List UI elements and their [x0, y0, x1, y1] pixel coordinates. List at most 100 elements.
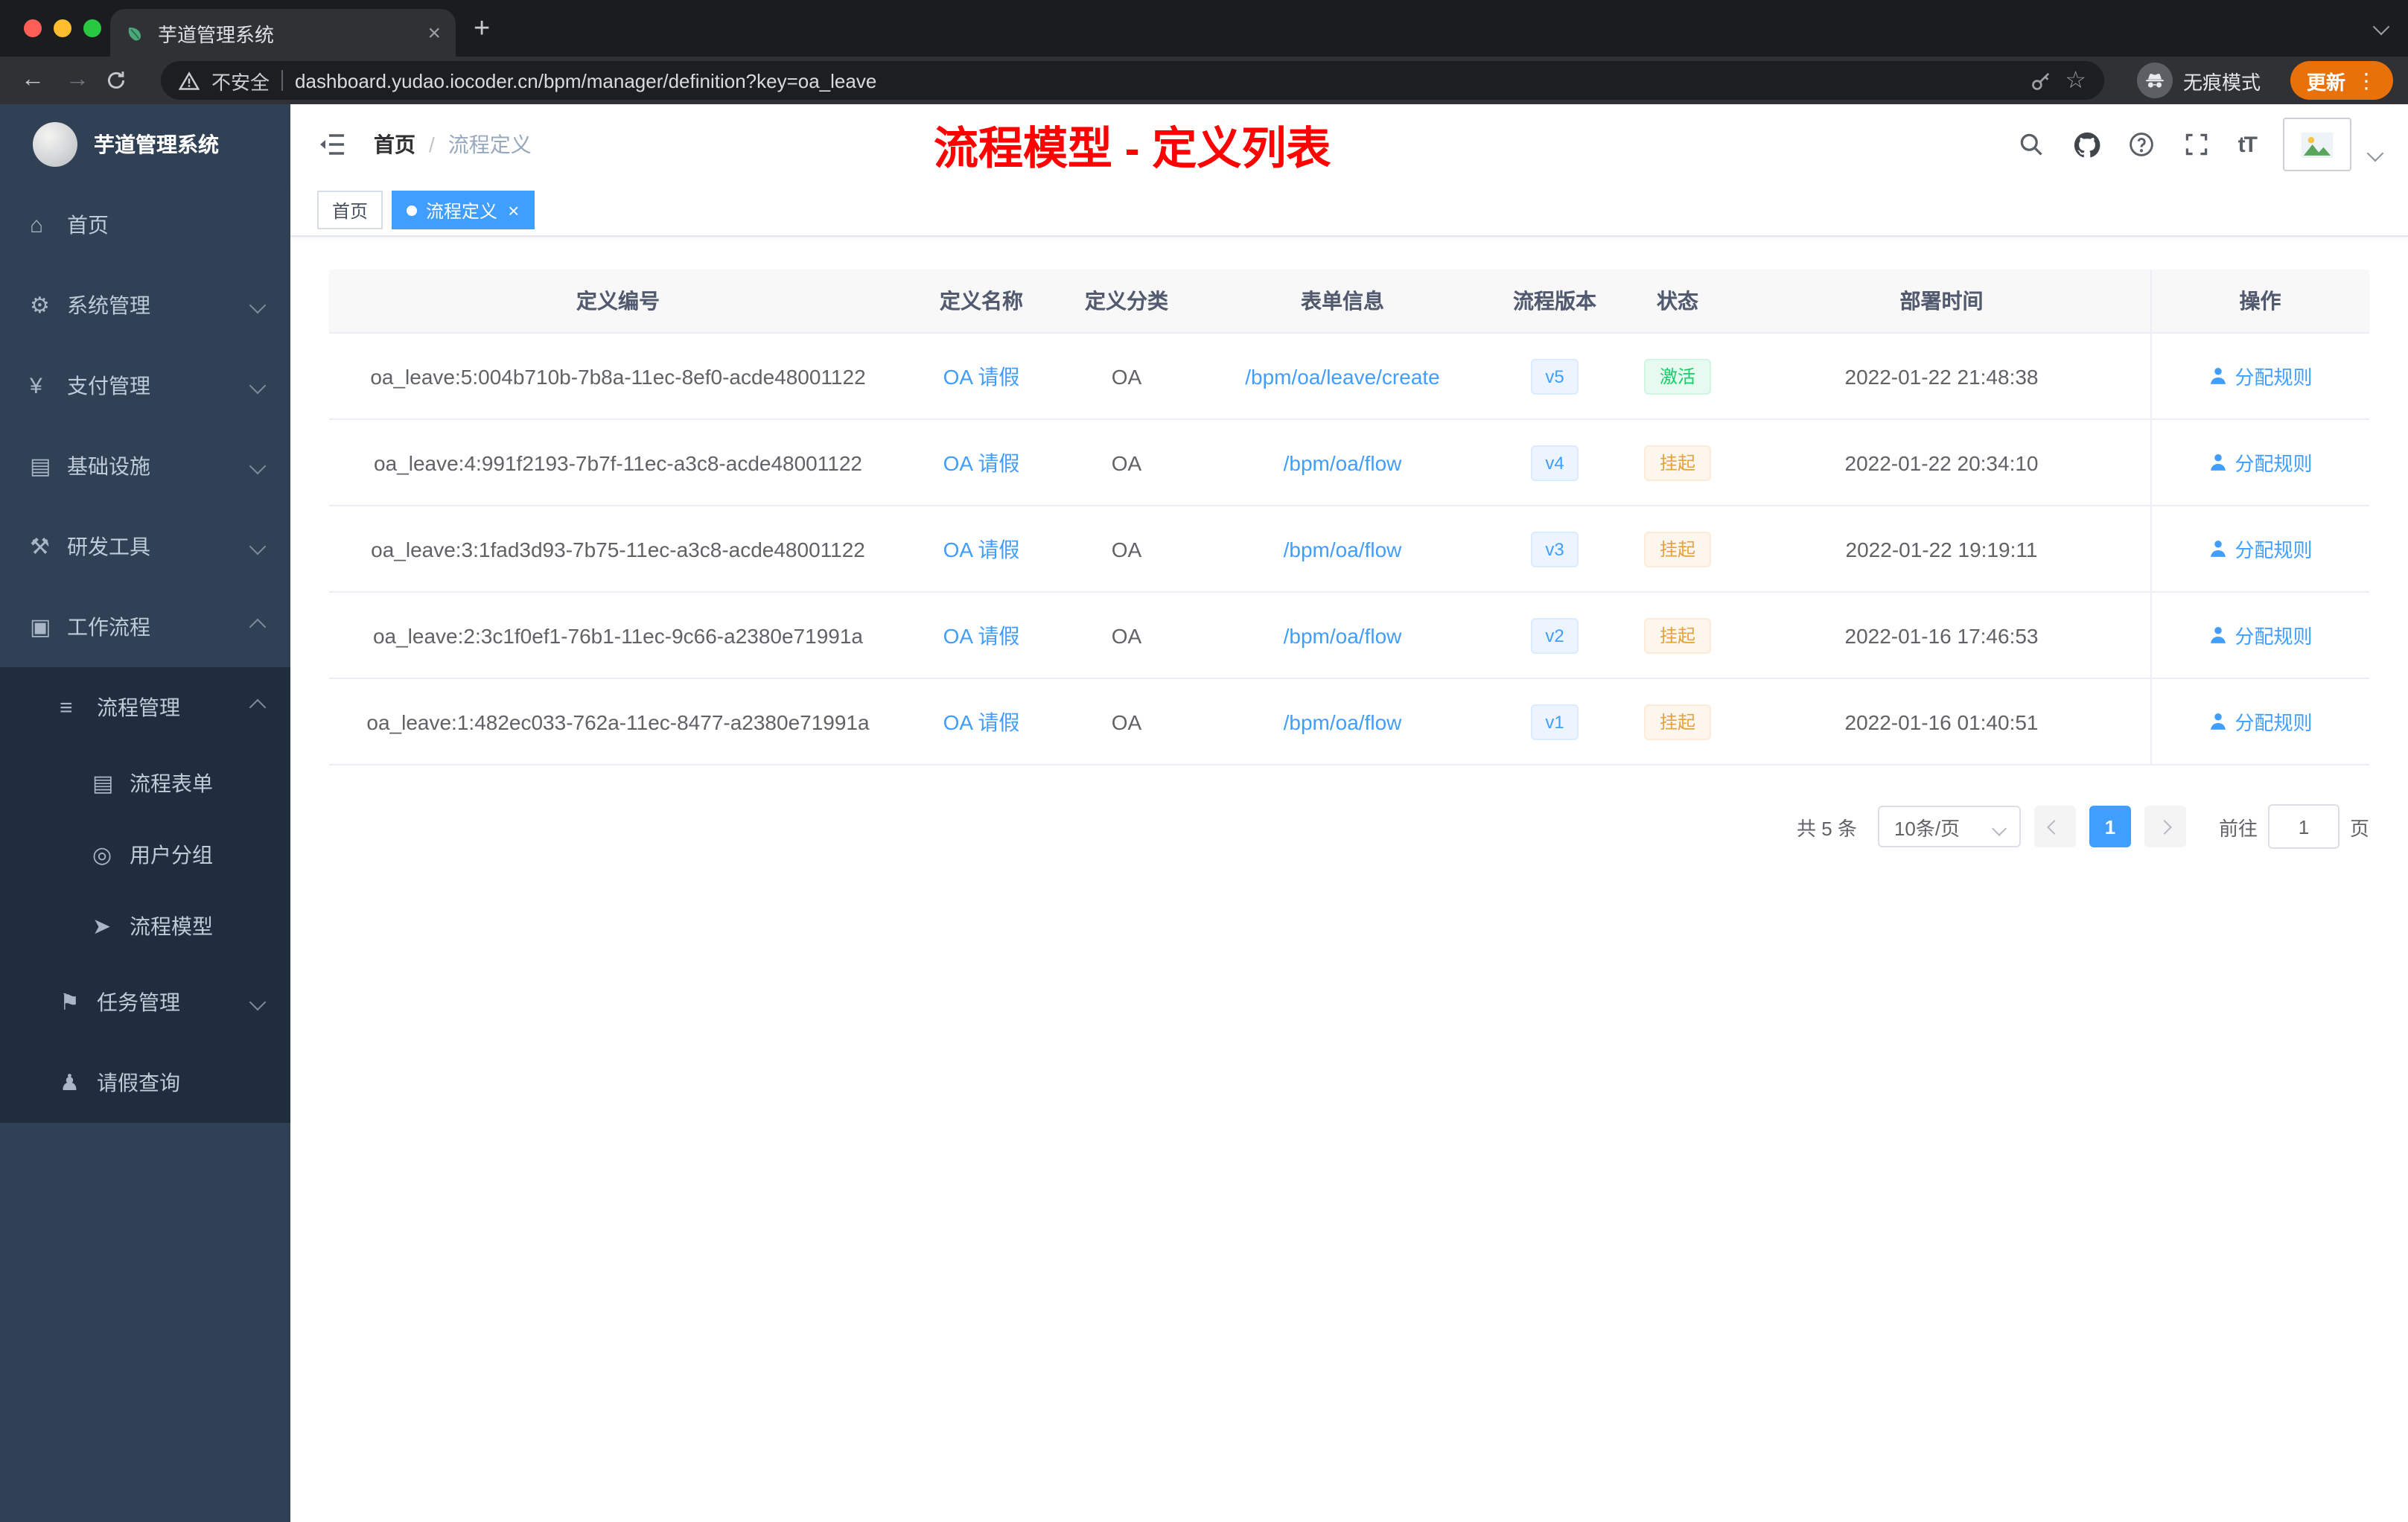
assign-rule-link[interactable]: 分配规则 [2208, 621, 2313, 649]
back-button[interactable]: ← [15, 67, 51, 94]
page-number-button[interactable]: 1 [2089, 806, 2131, 847]
col-process-version: 流程版本 [1488, 270, 1622, 334]
github-icon[interactable] [2073, 130, 2101, 159]
browser-tab-strip: 芋道管理系统 × + [0, 0, 2408, 57]
maximize-window-button[interactable] [83, 19, 101, 37]
minimize-window-button[interactable] [54, 19, 71, 37]
bookmark-star-icon[interactable]: ☆ [2065, 66, 2086, 95]
assign-rule-label: 分配规则 [2235, 453, 2313, 475]
tag-home[interactable]: 首页 [317, 191, 383, 229]
prev-page-button[interactable] [2033, 806, 2076, 847]
definition-name-link[interactable]: OA 请假 [943, 450, 1020, 474]
col-definition-category: 定义分类 [1056, 270, 1197, 334]
font-size-icon[interactable]: tT [2238, 132, 2258, 157]
incognito-indicator: 无痕模式 [2136, 63, 2261, 98]
warning-icon [179, 71, 200, 89]
sidebar-item-leave-query[interactable]: ♟ 请假查询 [0, 1042, 290, 1123]
sidebar-item-user-group[interactable]: ◎ 用户分组 [0, 819, 290, 891]
breadcrumb: 首页 / 流程定义 [374, 130, 532, 159]
forward-button[interactable]: → [60, 67, 95, 94]
search-icon[interactable] [2018, 130, 2046, 159]
reload-button[interactable] [104, 69, 140, 92]
sidebar-item-process-form[interactable]: ▤ 流程表单 [0, 748, 290, 819]
sidebar-item-label: 用户分组 [130, 843, 213, 867]
breadcrumb-home[interactable]: 首页 [374, 130, 415, 159]
definition-name-link[interactable]: OA 请假 [943, 710, 1020, 733]
chevron-down-icon [249, 296, 267, 314]
assign-rule-label: 分配规则 [2235, 625, 2313, 648]
sidebar-fold-icon[interactable] [317, 130, 347, 159]
sidebar-item-infrastructure[interactable]: ▤ 基础设施 [0, 426, 290, 506]
form-link[interactable]: /bpm/oa/flow [1284, 710, 1402, 733]
chevron-down-icon [249, 993, 267, 1011]
sidebar-item-process-model[interactable]: ➤ 流程模型 [0, 891, 290, 962]
help-icon[interactable] [2128, 130, 2156, 159]
gear-icon: ⚙ [30, 293, 50, 319]
sidebar-item-payment-management[interactable]: ¥ 支付管理 [0, 346, 290, 426]
workflow-submenu: ≡ 流程管理 ▤ 流程表单 ◎ 用户分组 ➤ 流程模型 ⚑ 任务管理 ♟ 请假查… [0, 667, 290, 1123]
table-row: oa_leave:2:3c1f0ef1-76b1-11ec-9c66-a2380… [329, 592, 2369, 679]
assign-rule-label: 分配规则 [2235, 366, 2313, 389]
sidebar-item-process-management[interactable]: ≡ 流程管理 [0, 667, 290, 748]
users-icon: ◎ [92, 843, 112, 868]
fullscreen-icon[interactable] [2183, 130, 2211, 159]
app-title: 芋道管理系统 [94, 133, 219, 156]
form-link[interactable]: /bpm/oa/flow [1284, 623, 1402, 647]
form-link[interactable]: /bpm/oa/leave/create [1245, 364, 1440, 388]
form-link[interactable]: /bpm/oa/flow [1284, 450, 1402, 474]
user-dropdown-caret-icon[interactable] [2366, 144, 2384, 162]
password-key-icon[interactable] [2028, 68, 2053, 93]
sidebar-item-system-management[interactable]: ⚙ 系统管理 [0, 265, 290, 346]
form-link[interactable]: /bpm/oa/flow [1284, 537, 1402, 561]
sidebar-item-workflow[interactable]: ▣ 工作流程 [0, 587, 290, 667]
definition-name-link[interactable]: OA 请假 [943, 364, 1020, 388]
tag-label: 首页 [332, 200, 369, 221]
assign-rule-link[interactable]: 分配规则 [2208, 362, 2313, 390]
page-unit-label: 页 [2349, 817, 2369, 839]
user-avatar[interactable] [2283, 118, 2351, 171]
close-window-button[interactable] [24, 19, 42, 37]
new-tab-button[interactable]: + [474, 15, 490, 43]
sidebar-item-label: 请假查询 [97, 1071, 180, 1095]
dashboard-icon: ⌂ [30, 212, 44, 238]
assign-rule-label: 分配规则 [2235, 539, 2313, 561]
goto-page-input[interactable] [2267, 804, 2339, 849]
status-badge: 挂起 [1644, 445, 1710, 480]
assign-rule-link[interactable]: 分配规则 [2208, 707, 2313, 736]
person-icon [2210, 367, 2226, 384]
browser-menu-kebab-icon[interactable]: ⋮ [2356, 68, 2377, 93]
table-row: oa_leave:3:1fad3d93-7b75-11ec-a3c8-acde4… [329, 506, 2369, 593]
address-bar[interactable]: 不安全 dashboard.yudao.iocoder.cn/bpm/manag… [161, 61, 2104, 100]
favicon-icon [128, 28, 141, 41]
definition-name-link[interactable]: OA 请假 [943, 537, 1020, 561]
omnibox-divider [281, 70, 284, 91]
browser-tab[interactable]: 芋道管理系统 × [110, 9, 456, 57]
tag-process-definition[interactable]: 流程定义 × [392, 191, 535, 229]
sidebar-item-task-management[interactable]: ⚑ 任务管理 [0, 962, 290, 1042]
assign-rule-link[interactable]: 分配规则 [2208, 448, 2313, 477]
status-badge: 激活 [1644, 358, 1710, 394]
person-icon [2210, 540, 2226, 557]
logo-avatar [33, 122, 77, 167]
security-label[interactable]: 不安全 [211, 66, 270, 95]
table-row: oa_leave:4:991f2193-7b7f-11ec-a3c8-acde4… [329, 419, 2369, 506]
cell-definition-id: oa_leave:5:004b710b-7b8a-11ec-8ef0-acde4… [329, 333, 907, 420]
sidebar-item-label: 流程表单 [130, 771, 213, 795]
cell-deploy-time: 2022-01-22 19:19:11 [1733, 506, 2150, 593]
chrome-update-button[interactable]: 更新 ⋮ [2290, 61, 2393, 100]
tab-search-chevron-icon[interactable] [2372, 18, 2390, 36]
tag-close-icon[interactable]: × [508, 200, 519, 220]
sidebar-item-home[interactable]: ⌂ 首页 [0, 185, 290, 265]
tab-close-icon[interactable]: × [427, 22, 441, 44]
cell-category: OA [1056, 678, 1197, 765]
sidebar-item-label: 支付管理 [67, 374, 150, 398]
next-page-button[interactable] [2144, 806, 2186, 847]
definition-name-link[interactable]: OA 请假 [943, 623, 1020, 647]
workflow-icon: ▣ [30, 615, 51, 640]
page-size-select[interactable]: 10条/页 [1877, 806, 2021, 847]
browser-toolbar: ← → 不安全 dashboard.yudao.iocoder.cn/bpm/m… [0, 57, 2408, 104]
sidebar-item-dev-tools[interactable]: ⚒ 研发工具 [0, 506, 290, 587]
assign-rule-link[interactable]: 分配规则 [2208, 535, 2313, 563]
app-header: 首页 / 流程定义 流程模型 - 定义列表 tT [290, 104, 2408, 185]
cell-definition-id: oa_leave:2:3c1f0ef1-76b1-11ec-9c66-a2380… [329, 592, 907, 679]
